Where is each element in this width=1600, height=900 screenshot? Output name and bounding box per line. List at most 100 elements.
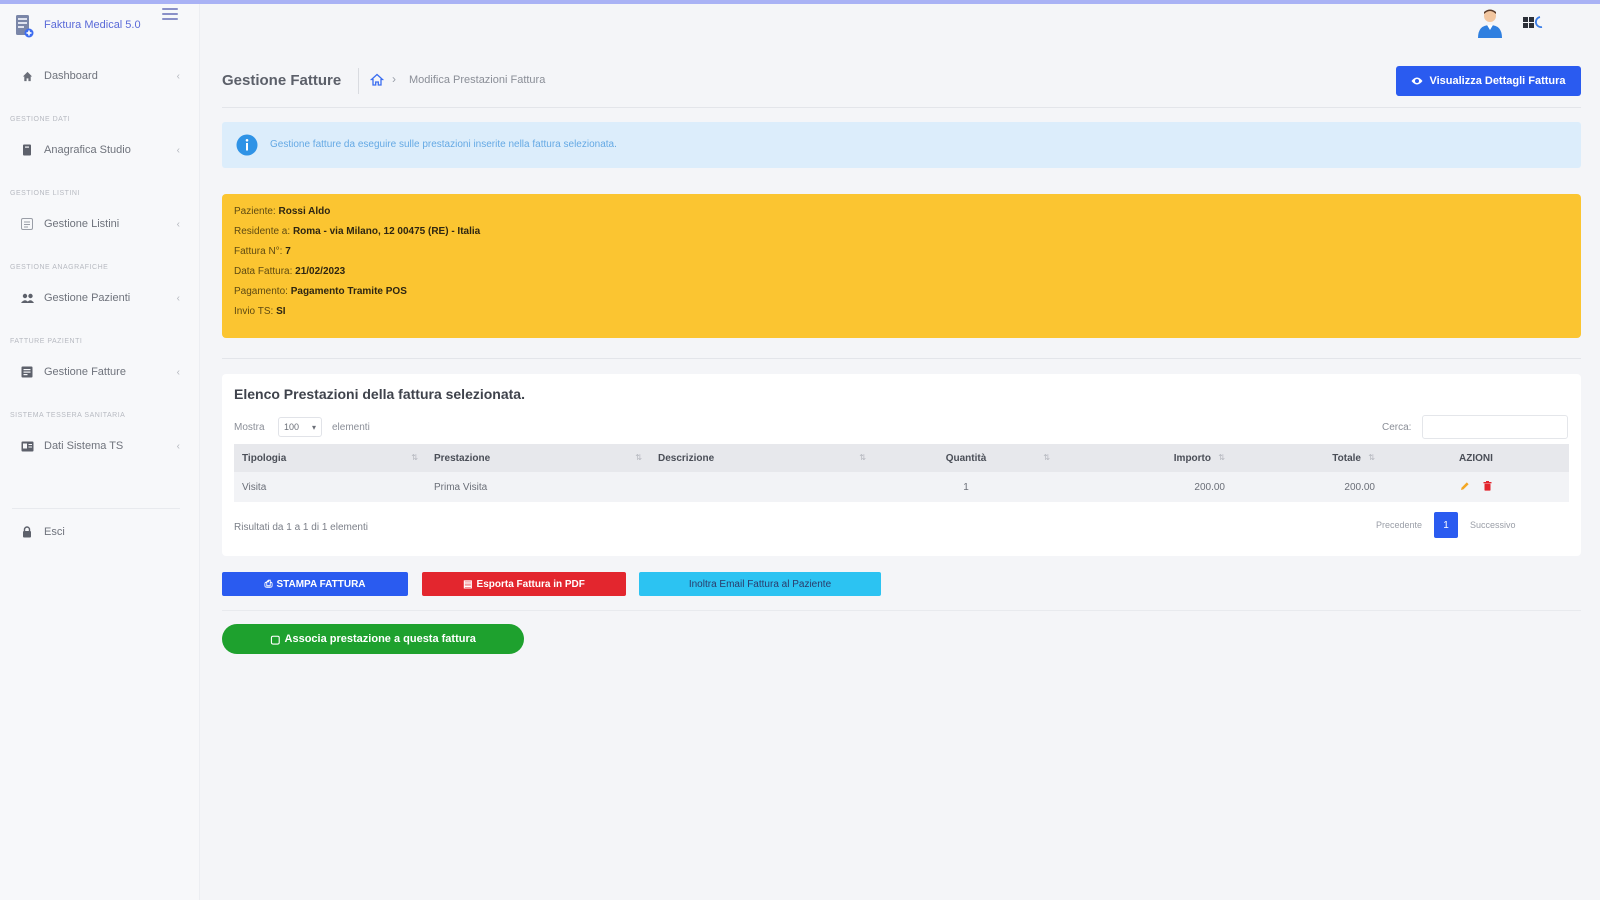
- invoice-summary: Paziente: Rossi Aldo Residente a: Roma -…: [222, 194, 1581, 338]
- delete-trash-icon[interactable]: [1482, 480, 1492, 491]
- buttons-divider: [222, 610, 1581, 611]
- title-separator: [358, 68, 359, 94]
- sidebar-item-gestione-fatture[interactable]: Gestione Fatture ‹: [12, 358, 188, 386]
- sidebar-item-label: Esci: [44, 526, 65, 538]
- column-header-totale[interactable]: Totale ⇅: [1233, 444, 1383, 472]
- view-invoice-details-button[interactable]: Visualizza Dettagli Fattura: [1396, 66, 1581, 96]
- chevron-left-icon: ‹: [176, 144, 180, 156]
- header-divider: [222, 107, 1581, 108]
- invoice-ts-value: SI: [276, 306, 286, 317]
- print-invoice-button[interactable]: ⎙ STAMPA FATTURA: [222, 572, 408, 596]
- search-input[interactable]: [1422, 415, 1568, 439]
- chevron-left-icon: ‹: [176, 366, 180, 378]
- page-length-select[interactable]: 100 ▾: [278, 417, 322, 437]
- associate-service-button[interactable]: ▢ Associa prestazione a questa fattura: [222, 624, 524, 654]
- home-icon: [20, 69, 34, 83]
- menu-toggle-icon[interactable]: [162, 8, 178, 22]
- table-row: Visita Prima Visita 1 200.00 200.00: [234, 472, 1569, 502]
- invoice-ts-label: Invio TS:: [234, 306, 274, 317]
- column-header-prestazione[interactable]: Prestazione ⇅: [426, 444, 650, 472]
- services-table: Tipologia ⇅ Prestazione ⇅ Descrizione ⇅ Qua…: [234, 444, 1569, 502]
- invoice-date-value: 21/02/2023: [295, 266, 346, 277]
- cell-quantita: 1: [874, 472, 1058, 502]
- pagination-previous[interactable]: Precedente: [1368, 512, 1430, 538]
- pagination-page[interactable]: 1: [1434, 512, 1459, 538]
- sidebar-item-gestione-pazienti[interactable]: Gestione Pazienti ‹: [12, 284, 188, 312]
- sidebar-item-exit[interactable]: Esci: [12, 518, 188, 546]
- table-info: Risultati da 1 a 1 di 1 elementi: [234, 522, 368, 533]
- view-invoice-details-label: Visualizza Dettagli Fattura: [1429, 75, 1566, 87]
- sidebar-item-dashboard[interactable]: Dashboard ‹: [12, 62, 188, 90]
- lock-icon: [20, 525, 34, 539]
- chevron-left-icon: ‹: [176, 218, 180, 230]
- sidebar-item-anagrafica-studio[interactable]: Anagrafica Studio ‹: [12, 136, 188, 164]
- invoice-number: Fattura N°: 7: [234, 246, 291, 257]
- sidebar-item-label: Dati Sistema TS: [44, 440, 124, 452]
- sidebar-section-title: Gestione Anagrafiche: [10, 264, 109, 271]
- invoice-payment: Pagamento: Pagamento Tramite POS: [234, 286, 407, 297]
- cell-totale: 200.00: [1233, 472, 1383, 502]
- info-icon: [236, 134, 258, 156]
- sidebar: Faktura Medical 5.0 Dashboard ‹ Gestione…: [0, 4, 200, 900]
- brand-name: Faktura Medical 5.0: [44, 19, 141, 31]
- page-length-suffix: elementi: [332, 422, 370, 433]
- sidebar-item-label: Gestione Pazienti: [44, 292, 131, 304]
- invoice-residence: Residente a: Roma - via Milano, 12 00475…: [234, 226, 480, 237]
- info-alert: Gestione fatture da eseguire sulle prest…: [222, 122, 1581, 168]
- users-icon: [20, 291, 34, 305]
- brand-logo-icon: [16, 15, 34, 38]
- search-label: Cerca:: [1382, 422, 1412, 433]
- column-header-importo[interactable]: Importo ⇅: [1058, 444, 1233, 472]
- export-pdf-button[interactable]: ▤ Esporta Fattura in PDF: [422, 572, 626, 596]
- sidebar-item-gestione-listini[interactable]: Gestione Listini ‹: [12, 210, 188, 238]
- invoice-patient: Paziente: Rossi Aldo: [234, 206, 330, 217]
- cell-prestazione: Prima Visita: [426, 472, 650, 502]
- sidebar-item-label: Gestione Fatture: [44, 366, 126, 378]
- sidebar-divider: [12, 508, 180, 509]
- page-length-label: Mostra: [234, 422, 265, 433]
- email-invoice-label: Inoltra Email Fattura al Paziente: [688, 578, 832, 590]
- chevron-left-icon: ‹: [176, 70, 180, 82]
- pagination-next[interactable]: Successivo: [1462, 512, 1524, 538]
- sort-icon: ⇅: [1368, 453, 1375, 462]
- column-header-tipologia[interactable]: Tipologia ⇅: [234, 444, 426, 472]
- invoice-patient-label: Paziente:: [234, 206, 276, 217]
- cell-descrizione: [650, 472, 874, 502]
- services-card-title: Elenco Prestazioni della fattura selezio…: [234, 386, 525, 402]
- apps-grid-icon[interactable]: [1523, 15, 1543, 31]
- cell-importo: 200.00: [1058, 472, 1233, 502]
- breadcrumb-separator-icon: ›: [392, 72, 396, 86]
- sidebar-item-dati-sistema-ts[interactable]: Dati Sistema TS ‹: [12, 432, 188, 460]
- section-divider: [222, 358, 1581, 359]
- chevron-left-icon: ‹: [176, 292, 180, 304]
- invoice-number-label: Fattura N°:: [234, 246, 283, 257]
- invoice-patient-value: Rossi Aldo: [278, 206, 331, 217]
- page-title: Gestione Fatture: [222, 72, 342, 89]
- cell-tipologia: Visita: [234, 472, 426, 502]
- sort-icon: ⇅: [411, 453, 418, 462]
- breadcrumb-home-icon[interactable]: [370, 73, 384, 87]
- associate-service-label: Associa prestazione a questa fattura: [284, 633, 476, 645]
- services-card: Elenco Prestazioni della fattura selezio…: [222, 374, 1581, 556]
- invoice-number-value: 7: [285, 246, 291, 257]
- sidebar-section-title: Fatture Pazienti: [10, 338, 83, 345]
- sort-icon: ⇅: [859, 453, 866, 462]
- invoice-residence-value: Roma - via Milano, 12 00475 (RE) - Itali…: [292, 226, 481, 237]
- user-avatar-icon[interactable]: [1476, 8, 1504, 38]
- column-header-azioni: AZIONI: [1383, 444, 1569, 472]
- column-header-descrizione[interactable]: Descrizione ⇅: [650, 444, 874, 472]
- sidebar-section-title: Gestione Listini: [10, 190, 80, 197]
- eye-icon: [1411, 77, 1423, 85]
- edit-pencil-icon[interactable]: [1460, 481, 1470, 491]
- sidebar-item-label: Gestione Listini: [44, 218, 120, 230]
- invoice-date-label: Data Fattura:: [234, 266, 293, 277]
- email-invoice-button[interactable]: Inoltra Email Fattura al Paziente: [639, 572, 881, 596]
- invoice-payment-value: Pagamento Tramite POS: [290, 286, 407, 297]
- sort-icon: ⇅: [1218, 453, 1225, 462]
- breadcrumb-current: Modifica Prestazioni Fattura: [409, 74, 546, 86]
- column-header-quantita[interactable]: Quantità ⇅: [874, 444, 1058, 472]
- sort-icon: ⇅: [635, 453, 642, 462]
- invoice-payment-label: Pagamento:: [234, 286, 288, 297]
- info-alert-text: Gestione fatture da eseguire sulle prest…: [270, 139, 617, 150]
- invoice-residence-label: Residente a:: [234, 226, 291, 237]
